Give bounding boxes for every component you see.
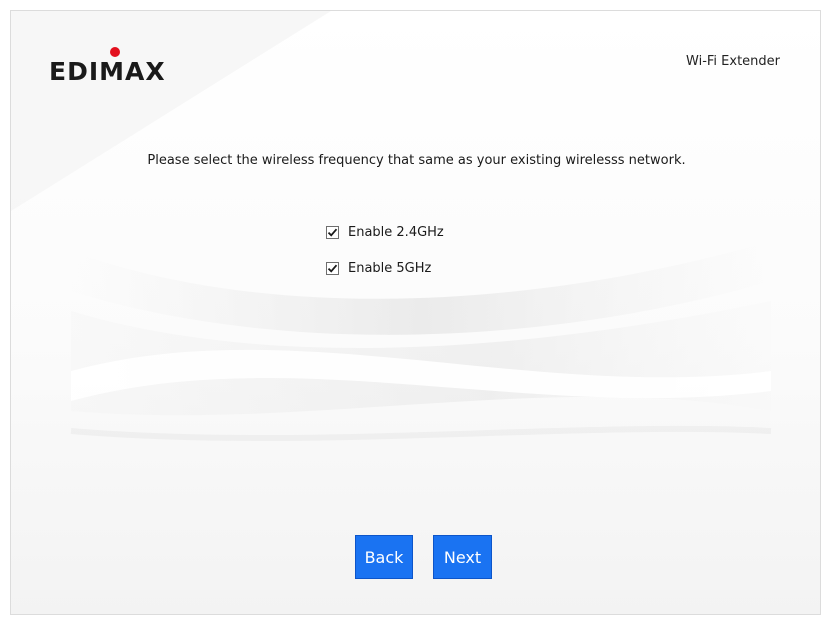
enable-2-4ghz-checkbox[interactable] [326,225,339,239]
option-2-4ghz[interactable]: Enable 2.4GHz [326,222,444,242]
enable-5ghz-label[interactable]: Enable 5GHz [348,261,431,276]
setup-wizard-panel: EDIMAX Wi-Fi Extender Please select the … [10,10,821,615]
frequency-options: Enable 2.4GHz Enable 5GHz [326,222,444,294]
frequency-prompt: Please select the wireless frequency tha… [147,153,686,168]
checkmark-icon [327,228,338,237]
edimax-logo: EDIMAX [49,47,166,84]
back-button[interactable]: Back [355,535,413,579]
option-5ghz[interactable]: Enable 5GHz [326,258,444,278]
product-name: Wi-Fi Extender [686,54,780,69]
checkmark-icon [327,264,338,273]
enable-5ghz-checkbox[interactable] [326,261,339,275]
next-button[interactable]: Next [433,535,492,579]
background-swoosh [11,11,772,442]
enable-2-4ghz-label[interactable]: Enable 2.4GHz [348,225,444,240]
svg-text:EDIMAX: EDIMAX [49,57,166,84]
